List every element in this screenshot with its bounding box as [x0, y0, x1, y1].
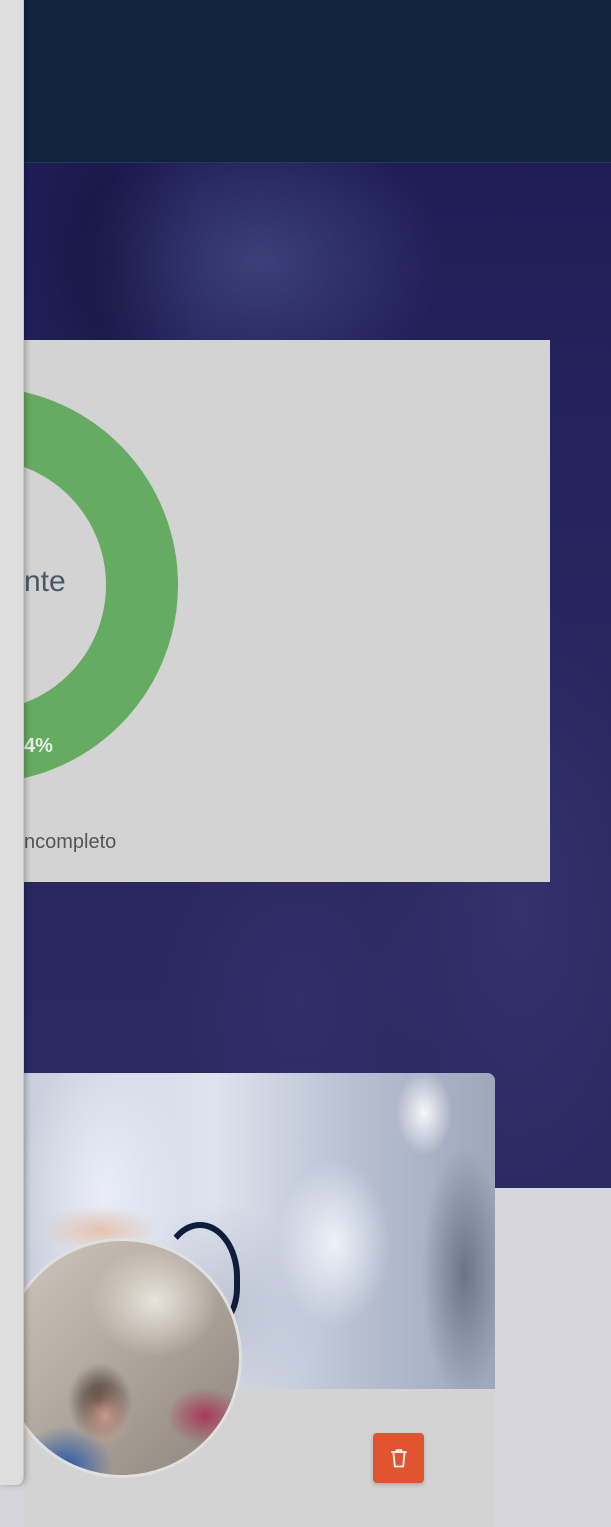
- avatar[interactable]: [2, 1238, 242, 1478]
- top-navbar: [0, 0, 611, 163]
- trash-icon: [390, 1449, 407, 1468]
- legend-item[interactable]: ncompleto: [24, 831, 116, 854]
- donut-slice-label: 4%: [24, 735, 53, 757]
- content-panel: [494, 1188, 611, 1527]
- side-drawer[interactable]: [0, 0, 24, 1485]
- delete-button[interactable]: [373, 1433, 424, 1483]
- donut-center-label: nte: [24, 565, 66, 598]
- chart-card: [24, 340, 550, 882]
